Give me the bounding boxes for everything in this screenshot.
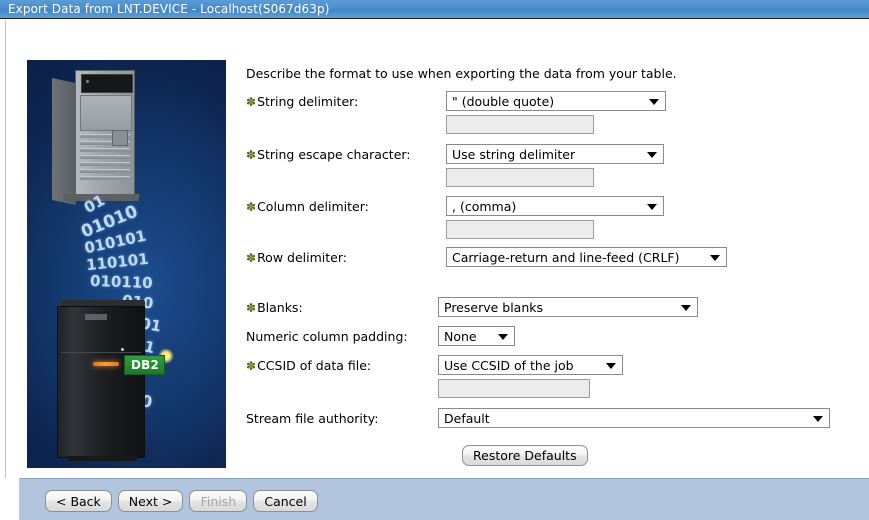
label-numeric-column-padding: Numeric column padding: bbox=[246, 329, 408, 344]
chevron-down-icon bbox=[813, 416, 823, 422]
required-marker-icon: ✽ bbox=[246, 359, 257, 373]
chevron-down-icon bbox=[647, 152, 657, 158]
combo-value: , (comma) bbox=[452, 198, 517, 214]
combo-string-delimiter[interactable]: " (double quote) bbox=[446, 91, 666, 111]
label-text: Blanks: bbox=[257, 300, 303, 315]
combo-value: Use string delimiter bbox=[452, 146, 576, 162]
chevron-down-icon bbox=[606, 363, 616, 369]
chevron-down-icon bbox=[498, 334, 508, 340]
export-data-wizard-window: Export Data from LNT.DEVICE - Localhost(… bbox=[0, 0, 869, 520]
restore-defaults-wrapper: Restore Defaults bbox=[462, 445, 588, 466]
required-marker-icon: ✽ bbox=[246, 251, 257, 265]
label-ccsid-of-data-file: ✽CCSID of data file: bbox=[246, 358, 371, 374]
combo-row-delimiter[interactable]: Carriage-return and line-feed (CRLF) bbox=[446, 247, 727, 267]
combo-string-escape-character[interactable]: Use string delimiter bbox=[446, 144, 664, 164]
required-marker-icon: ✽ bbox=[246, 148, 257, 162]
label-string-escape-character: ✽String escape character: bbox=[246, 147, 411, 163]
window-title: Export Data from LNT.DEVICE - Localhost(… bbox=[8, 2, 330, 16]
label-text: CCSID of data file: bbox=[257, 358, 372, 373]
label-blanks: ✽Blanks: bbox=[246, 300, 303, 316]
label-text: Column delimiter: bbox=[257, 199, 369, 214]
combo-stream-file-authority[interactable]: Default bbox=[438, 408, 830, 428]
bottom-left-filler bbox=[0, 478, 20, 520]
chevron-down-icon bbox=[681, 305, 691, 311]
restore-defaults-button[interactable]: Restore Defaults bbox=[462, 445, 588, 466]
combo-numeric-column-padding[interactable]: None bbox=[438, 326, 515, 346]
combo-blanks[interactable]: Preserve blanks bbox=[438, 297, 698, 317]
input-string-escape-character-custom[interactable] bbox=[446, 168, 594, 187]
label-text: String delimiter: bbox=[257, 94, 359, 109]
combo-value: Default bbox=[444, 410, 490, 426]
label-column-delimiter: ✽Column delimiter: bbox=[246, 199, 369, 215]
combo-ccsid-of-data-file[interactable]: Use CCSID of the job bbox=[438, 355, 623, 375]
left-rail bbox=[0, 20, 6, 520]
label-text: Row delimiter: bbox=[257, 250, 347, 265]
combo-value: Carriage-return and line-feed (CRLF) bbox=[452, 249, 680, 265]
chevron-down-icon bbox=[647, 204, 657, 210]
required-marker-icon: ✽ bbox=[246, 301, 257, 315]
back-button[interactable]: < Back bbox=[45, 490, 112, 512]
input-column-delimiter-custom[interactable] bbox=[446, 220, 594, 239]
combo-value: " (double quote) bbox=[452, 93, 555, 109]
combo-value: Use CCSID of the job bbox=[444, 357, 574, 373]
window-titlebar: Export Data from LNT.DEVICE - Localhost(… bbox=[0, 0, 869, 19]
label-stream-file-authority: Stream file authority: bbox=[246, 411, 379, 426]
label-row-delimiter: ✽Row delimiter: bbox=[246, 250, 347, 266]
export-format-form: Describe the format to use when exportin… bbox=[20, 19, 869, 478]
wizard-button-bar: < Back Next > Finish Cancel bbox=[20, 478, 869, 520]
label-text: String escape character: bbox=[257, 147, 411, 162]
label-string-delimiter: ✽String delimiter: bbox=[246, 94, 358, 110]
required-marker-icon: ✽ bbox=[246, 95, 257, 109]
required-marker-icon: ✽ bbox=[246, 200, 257, 214]
combo-column-delimiter[interactable]: , (comma) bbox=[446, 196, 664, 216]
cancel-button[interactable]: Cancel bbox=[253, 490, 318, 512]
chevron-down-icon bbox=[649, 99, 659, 105]
wizard-page-panel: 01 01010 010101 110101 010110 010 001 01… bbox=[20, 19, 869, 478]
finish-button: Finish bbox=[189, 490, 248, 512]
chevron-down-icon bbox=[710, 255, 720, 261]
combo-value: None bbox=[444, 328, 477, 344]
next-button[interactable]: Next > bbox=[117, 490, 184, 512]
input-string-delimiter-custom[interactable] bbox=[446, 115, 594, 134]
input-ccsid-custom[interactable] bbox=[438, 379, 590, 398]
page-description: Describe the format to use when exportin… bbox=[246, 66, 677, 81]
combo-value: Preserve blanks bbox=[444, 299, 544, 315]
